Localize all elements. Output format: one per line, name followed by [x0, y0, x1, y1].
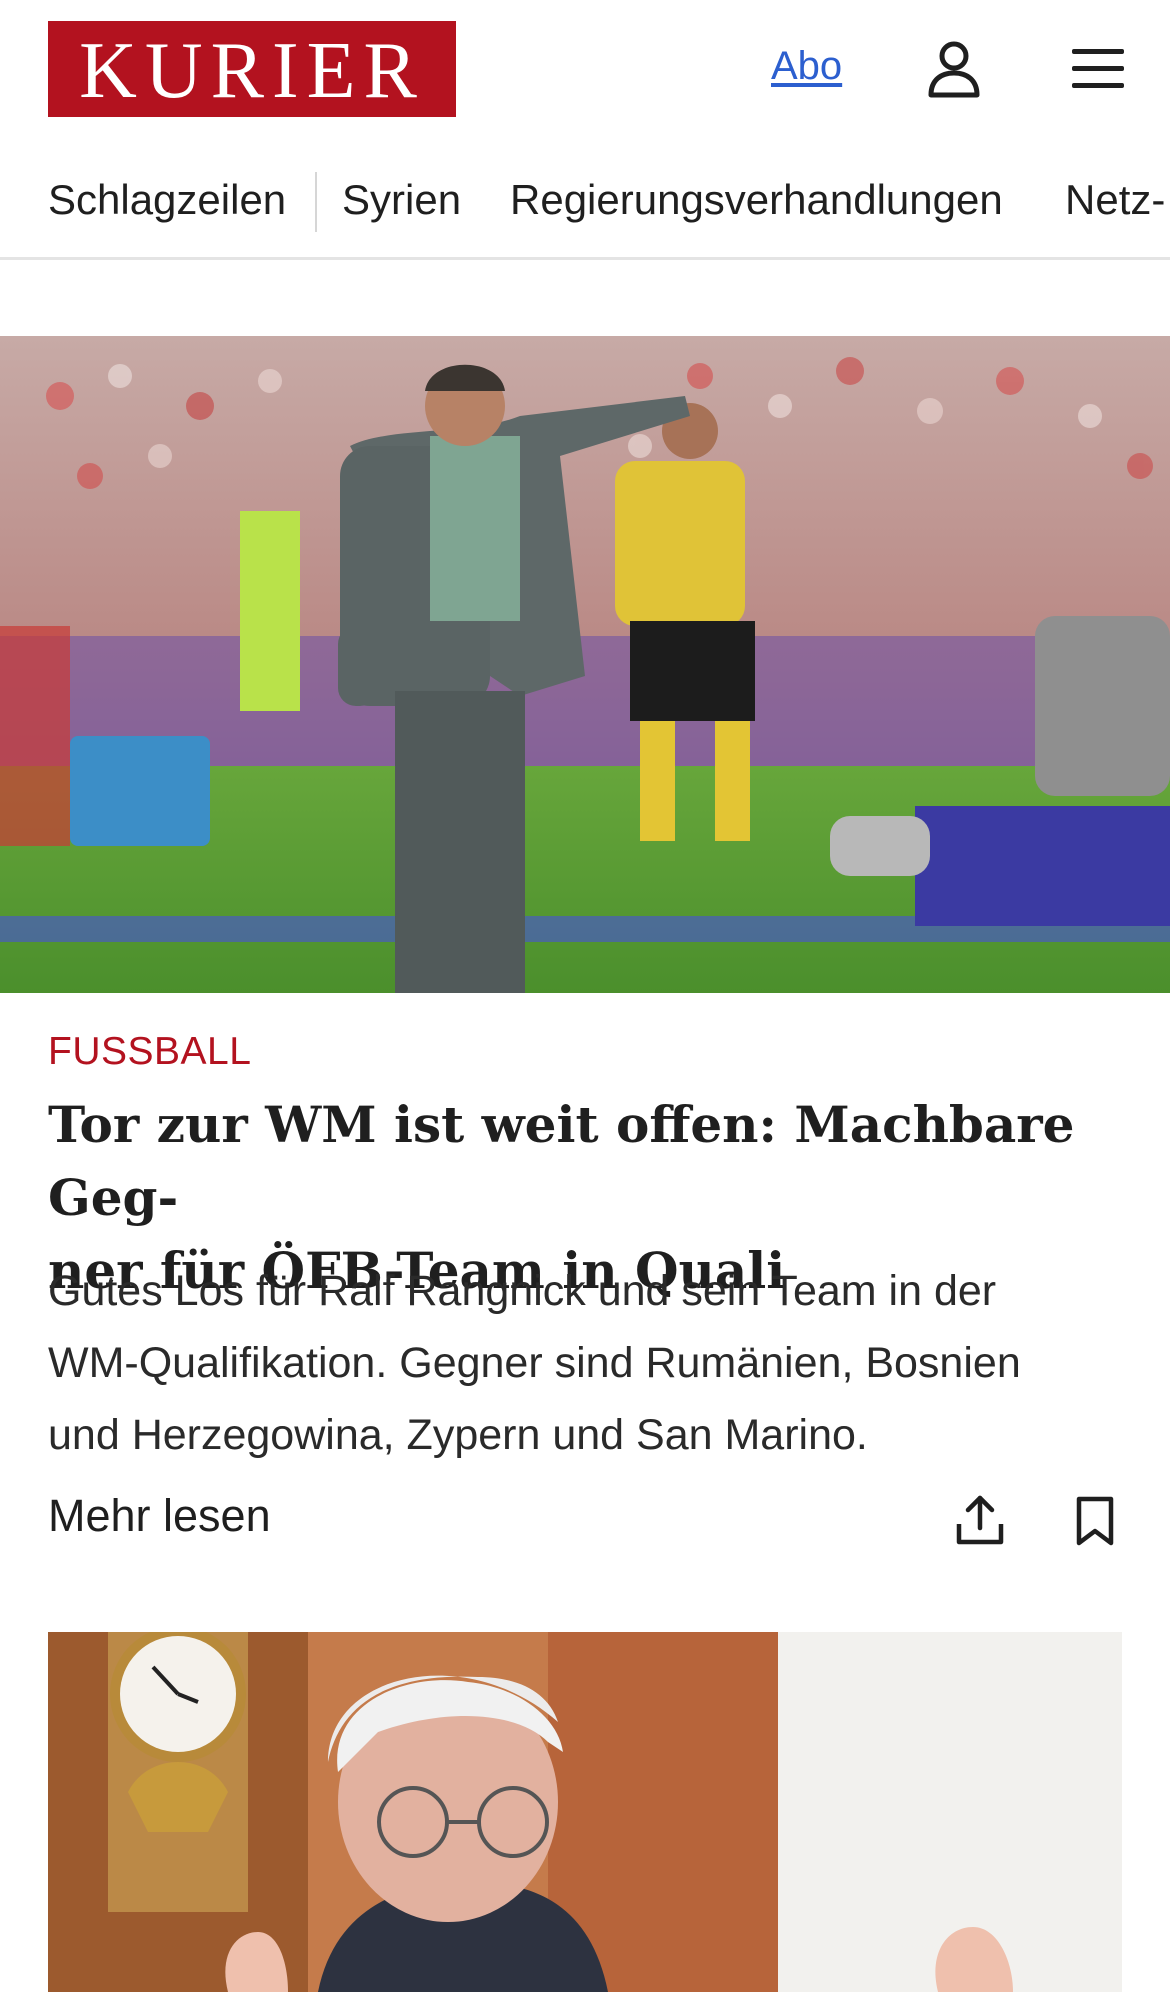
share-icon[interactable] — [945, 1486, 1015, 1556]
kurier-logo[interactable]: KURIER — [48, 21, 456, 117]
teaser-line-1: Gutes Los für Ralf Rangnick und sein Tea… — [48, 1267, 997, 1315]
bookmark-icon[interactable] — [1060, 1486, 1130, 1556]
article-teaser: Gutes Los für Ralf Rangnick und sein Tea… — [48, 1255, 1138, 1471]
topic-nav: Schlagzeilen Syrien Regierungsverhandlun… — [0, 140, 1170, 260]
read-more-link[interactable]: Mehr lesen — [48, 1490, 271, 1542]
nav-item-netz[interactable]: Netz- — [1065, 176, 1165, 224]
site-header: KURIER Abo — [0, 0, 1170, 140]
abo-link[interactable]: Abo — [771, 44, 842, 89]
football-coach-photo — [0, 336, 1170, 993]
elderly-man-photo — [48, 1632, 1122, 1992]
nav-divider — [315, 172, 317, 232]
article-category[interactable]: FUSSBALL — [48, 1030, 251, 1074]
teaser-line-3: und Herzegowina, Zypern und San Marino. — [48, 1411, 868, 1459]
second-article-image[interactable] — [48, 1632, 1122, 1992]
article-hero-image[interactable] — [0, 336, 1170, 993]
hamburger-menu-icon[interactable] — [1063, 34, 1133, 104]
nav-item-syrien[interactable]: Syrien — [342, 176, 461, 224]
nav-item-schlagzeilen[interactable]: Schlagzeilen — [48, 176, 286, 224]
page: KURIER Abo Schlagzeilen Syrien Regierung… — [0, 0, 1170, 1992]
user-icon[interactable] — [919, 34, 989, 104]
nav-item-regierungsverhandlungen[interactable]: Regierungsverhandlungen — [510, 176, 1003, 224]
headline-line-1: Tor zur WM ist weit offen: Machbare Geg- — [48, 1095, 1075, 1227]
teaser-line-2: WM-Qualifikation. Gegner sind Rumänien, … — [48, 1339, 1021, 1387]
